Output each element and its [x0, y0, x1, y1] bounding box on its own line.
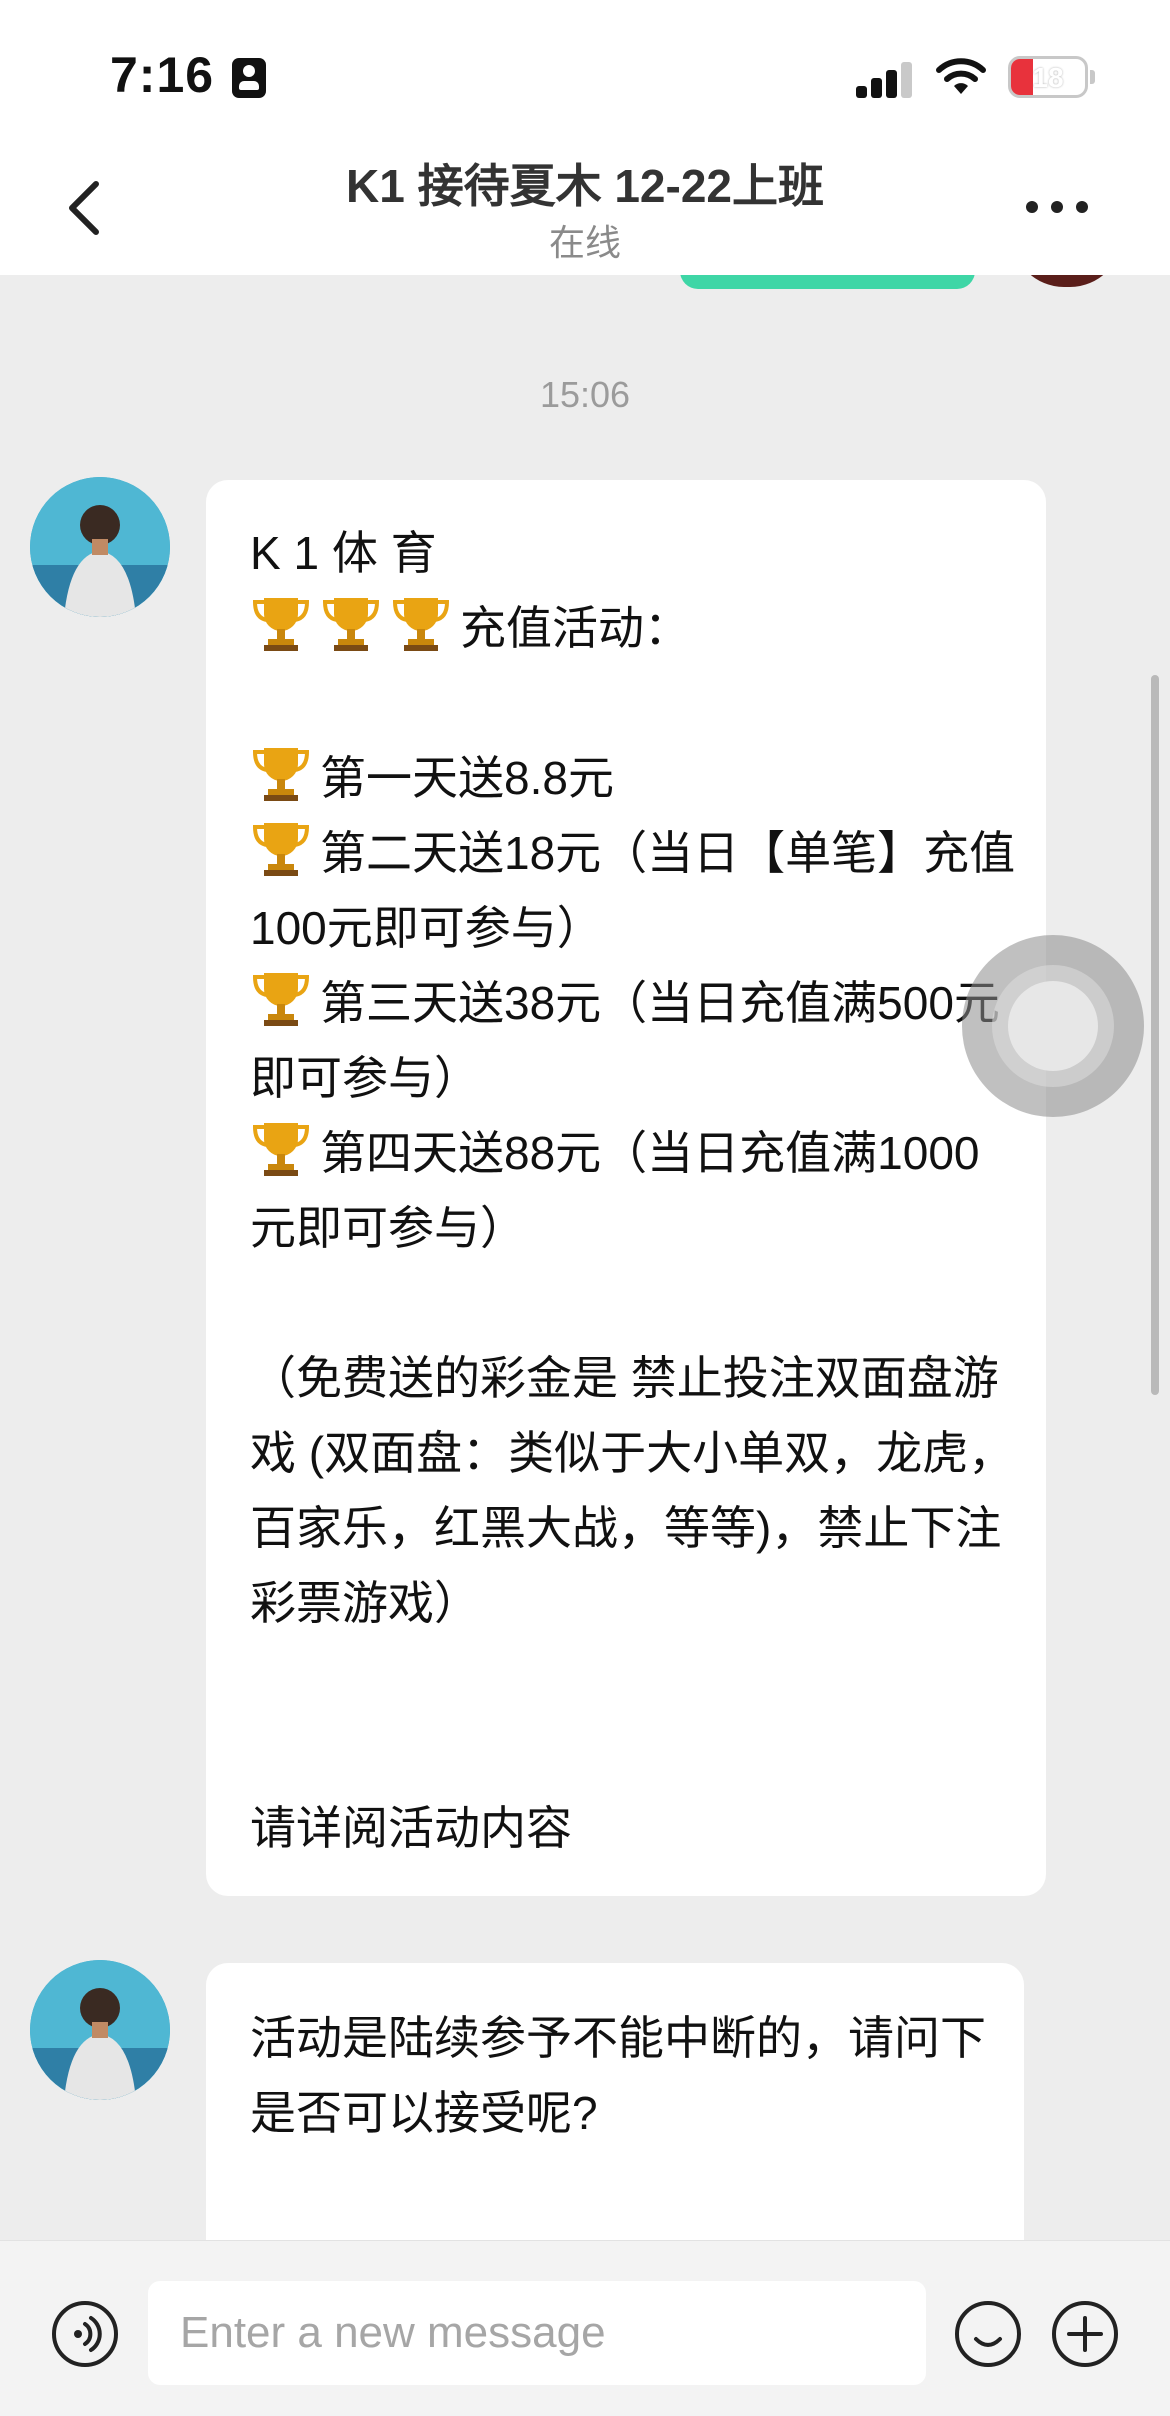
- battery-icon: 18: [1008, 56, 1088, 98]
- page-title: K1 接待夏木 12-22上班: [345, 160, 824, 212]
- emoji-button[interactable]: [955, 2301, 1021, 2367]
- id-card-icon: [232, 58, 266, 98]
- message-line-text: （免费送的彩金是 禁止投注双面盘游戏 (双面盘：类似于大小单双，龙虎，百家乐，红…: [250, 1352, 1015, 1629]
- user-avatar[interactable]: [1012, 275, 1122, 287]
- more-dot-icon: [1026, 201, 1038, 213]
- message-line-text: 第一天送8.8元: [320, 752, 614, 804]
- online-status: 在线: [548, 222, 621, 263]
- more-dot-icon: [1076, 201, 1088, 213]
- message-line: 第三天送38元（当日充值满500元即可参与）: [250, 966, 1022, 1116]
- trophy-icon: [250, 817, 312, 879]
- message-line: 充值活动：: [250, 591, 1022, 666]
- message-line: K 1 体 育: [250, 516, 1022, 591]
- status-time: 7:16: [110, 47, 215, 103]
- message-line-text: 第三天送38元（当日充值满500元即可参与）: [250, 977, 1000, 1104]
- trophy-icon: [320, 592, 382, 654]
- agent-avatar[interactable]: [30, 1960, 170, 2100]
- message-line-text: 第四天送88元（当日充值满1000元即可参与）: [250, 1127, 980, 1254]
- more-button[interactable]: [1026, 192, 1088, 222]
- voice-button[interactable]: [52, 2301, 118, 2367]
- scrollbar[interactable]: [1151, 675, 1159, 1395]
- message-line: 第一天送8.8元: [250, 741, 1022, 816]
- trophy-icon: [250, 742, 312, 804]
- message-bubble[interactable]: 活动是陆续参予不能中断的，请问下是否可以接受呢?: [206, 1963, 1024, 2240]
- message-line: 活动是陆续参予不能中断的，请问下是否可以接受呢?: [250, 2001, 1000, 2151]
- trophy-icon: [250, 592, 312, 654]
- add-button[interactable]: [1052, 2301, 1118, 2367]
- message-line-text: 活动是陆续参予不能中断的，请问下是否可以接受呢?: [250, 2012, 986, 2139]
- message-input-bar: [0, 2240, 1170, 2416]
- battery-cap: [1090, 70, 1095, 84]
- voice-icon: [74, 2316, 102, 2352]
- message-timestamp: 15:06: [539, 374, 631, 415]
- message-line: [250, 1266, 1022, 1341]
- battery-level: 18: [1032, 62, 1064, 93]
- message-line: 第二天送18元（当日【单笔】充值100元即可参与）: [250, 816, 1022, 966]
- message-line: （免费送的彩金是 禁止投注双面盘游戏 (双面盘：类似于大小单双，龙虎，百家乐，红…: [250, 1341, 1022, 1641]
- message-line: 请详阅活动内容: [250, 1791, 1022, 1866]
- chat-messages[interactable]: 15:06 K 1 体 育充值活动： 第一天送8.8元第二天送18元（当日【单笔…: [0, 275, 1170, 2240]
- message-input[interactable]: [148, 2281, 926, 2385]
- message-bubble[interactable]: K 1 体 育充值活动： 第一天送8.8元第二天送18元（当日【单笔】充值100…: [206, 480, 1046, 1896]
- message-text: K 1 体 育充值活动： 第一天送8.8元第二天送18元（当日【单笔】充值100…: [250, 516, 1022, 1866]
- message-line-text: 请详阅活动内容: [250, 1802, 572, 1854]
- agent-avatar[interactable]: [30, 477, 170, 617]
- status-bar: 7:16 18: [0, 0, 1170, 150]
- message-line-text: K 1 体 育: [250, 527, 437, 579]
- trophy-icon: [250, 1117, 312, 1179]
- message-text: 活动是陆续参予不能中断的，请问下是否可以接受呢?: [250, 2001, 1000, 2151]
- message-line: 第四天送88元（当日充值满1000元即可参与）: [250, 1116, 1022, 1266]
- signal-icon: [856, 60, 914, 98]
- trophy-icon: [390, 592, 452, 654]
- message-line: [250, 1716, 1022, 1791]
- trophy-icon: [250, 967, 312, 1029]
- assistive-touch-button[interactable]: [962, 935, 1144, 1117]
- message-line: [250, 666, 1022, 741]
- previous-message-bubble[interactable]: [680, 275, 975, 289]
- message-line-text: 充值活动：: [460, 602, 690, 654]
- more-dot-icon: [1051, 201, 1063, 213]
- chat-header: K1 接待夏木 12-22上班 在线: [0, 150, 1170, 275]
- wifi-icon: [936, 58, 986, 94]
- message-line-text: 第二天送18元（当日【单笔】充值100元即可参与）: [250, 827, 1016, 954]
- message-line: [250, 1641, 1022, 1716]
- plus-icon: [1067, 2316, 1103, 2352]
- emoji-icon: [974, 2337, 1002, 2347]
